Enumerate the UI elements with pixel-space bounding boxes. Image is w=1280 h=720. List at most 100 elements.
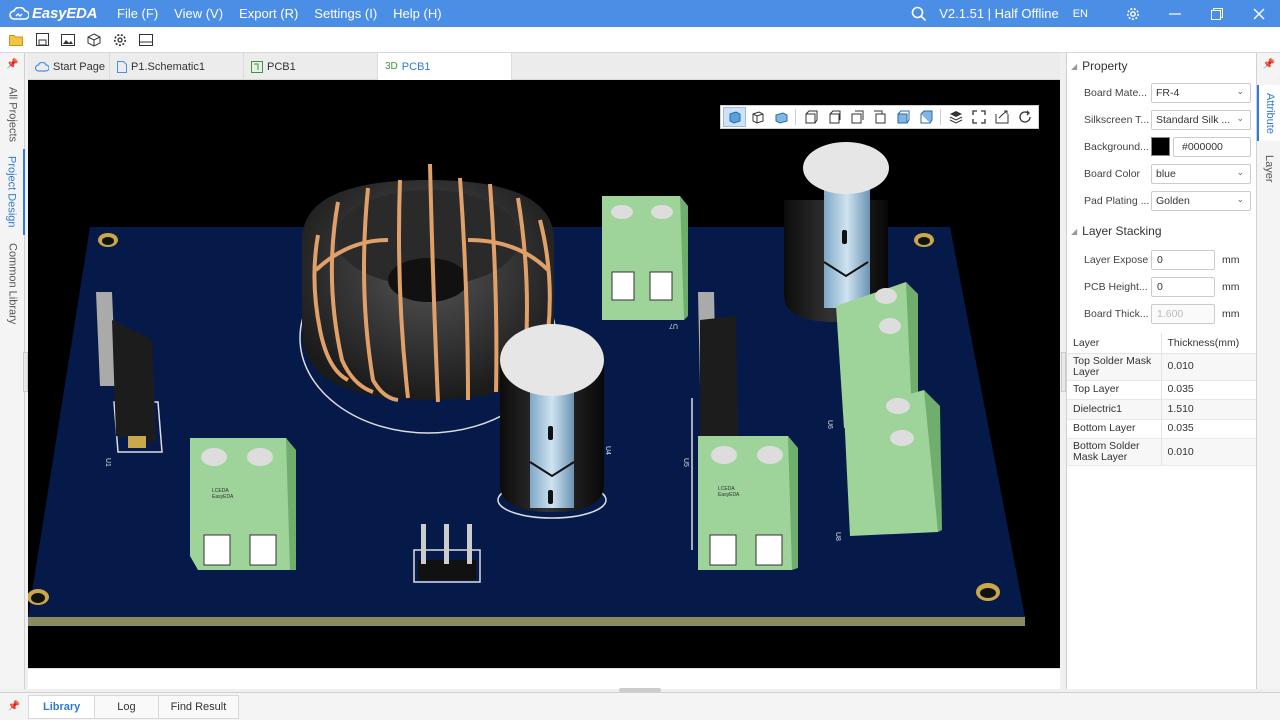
folder-icon: [9, 34, 23, 46]
tab-attribute[interactable]: Attribute: [1257, 85, 1280, 141]
svg-text:EasyEDA: EasyEDA: [212, 494, 234, 500]
cube-outline-icon: [752, 111, 763, 124]
terminal-block-left[interactable]: LCEDA EasyEDA: [190, 438, 296, 570]
view-top-button[interactable]: [891, 107, 914, 127]
tab-layer[interactable]: Layer: [1257, 147, 1280, 191]
view-iso-button[interactable]: [723, 107, 746, 127]
settings-button[interactable]: [108, 29, 132, 51]
view-iso-outline-button[interactable]: [746, 107, 769, 127]
menu-view[interactable]: View (V): [174, 6, 223, 21]
export-3d-button[interactable]: [82, 29, 106, 51]
cube-iso-icon: [729, 111, 740, 124]
cube-top-icon: [897, 110, 909, 124]
right-panel-collapse-handle[interactable]: [1061, 352, 1066, 392]
menu-settings[interactable]: Settings (I): [314, 6, 377, 21]
background-color-field[interactable]: #000000: [1173, 136, 1251, 157]
tab-pcb[interactable]: PCB1: [244, 53, 378, 80]
chevron-down-icon: ⌄: [1236, 112, 1244, 123]
gear-icon: [114, 33, 126, 46]
restore-button[interactable]: [1196, 0, 1238, 27]
terminal-block-top[interactable]: U7: [602, 196, 688, 329]
pad-plating-select[interactable]: Golden ⌄: [1151, 190, 1251, 211]
menu-export[interactable]: Export (R): [239, 6, 298, 21]
silk-label-u7: U7: [669, 322, 678, 329]
table-row: Top Layer 0.035: [1067, 380, 1256, 400]
pin-icon[interactable]: 📌: [0, 701, 28, 712]
search-icon[interactable]: [911, 6, 927, 22]
restore-icon: [1211, 7, 1223, 20]
cube-right-icon: [873, 110, 885, 124]
capacitor-center[interactable]: U4: [497, 324, 611, 519]
tab-all-projects[interactable]: All Projects: [0, 85, 25, 145]
board-material-select[interactable]: FR-4 ⌄: [1151, 82, 1251, 103]
tab-find-result[interactable]: Find Result: [157, 694, 240, 719]
tab-library[interactable]: Library: [28, 694, 96, 719]
tab-schematic[interactable]: P1.Schematic1: [110, 53, 244, 80]
tab-project-design[interactable]: Project Design: [0, 149, 25, 235]
terminal-block-right[interactable]: LCEDA EasyEDA: [698, 436, 798, 570]
close-button[interactable]: [1238, 0, 1280, 27]
board-color-select[interactable]: blue ⌄: [1151, 163, 1251, 184]
pin-icon[interactable]: 📌: [1257, 59, 1280, 70]
silk-label-u4: U4: [604, 446, 611, 455]
silkscreen-select[interactable]: Standard Silk ... ⌄: [1151, 109, 1251, 130]
column-header-layer: Layer: [1067, 333, 1162, 354]
bottom-tab-bar: 📌 Library Log Find Result: [0, 692, 1280, 720]
pcb-board-edge: [28, 617, 1025, 626]
cube-left-icon: [851, 110, 863, 124]
collapse-arrow-icon: ◢: [1071, 61, 1078, 71]
minimize-button[interactable]: [1154, 0, 1196, 27]
table-row: Dielectric1 1.510: [1067, 399, 1256, 420]
prop-layer-expose: Layer Expose 0 mm: [1067, 246, 1256, 273]
table-header-row: Layer Thickness(mm): [1067, 333, 1256, 354]
settings-gear-button[interactable]: [1112, 0, 1154, 27]
pin-header[interactable]: [413, 524, 481, 583]
viewport-footer: [28, 668, 1060, 689]
pcb-3d-render[interactable]: U1 LCEDA EasyEDA U4 U7 U5 LCEDA EasyEDA …: [28, 80, 1060, 668]
refresh-icon: [1018, 110, 1031, 123]
view-right-button[interactable]: [868, 107, 891, 127]
background-color-swatch[interactable]: [1151, 137, 1170, 156]
export-view-button[interactable]: [990, 107, 1013, 127]
collapse-arrow-icon: ◢: [1071, 226, 1078, 236]
pcb-height-input[interactable]: 0: [1151, 276, 1215, 297]
cube-back-icon: [829, 110, 840, 124]
table-row: Top Solder Mask Layer 0.010: [1067, 353, 1256, 381]
cube-front-icon: [805, 110, 817, 124]
layer-expose-input[interactable]: 0: [1151, 249, 1215, 270]
view-bottom-button[interactable]: [914, 107, 937, 127]
view-back-button[interactable]: [822, 107, 845, 127]
panel-icon: [139, 33, 153, 46]
layer-stacking-header[interactable]: ◢ Layer Stacking: [1067, 216, 1256, 246]
tab-start-page[interactable]: Start Page: [28, 53, 110, 80]
layer-thickness-table: Layer Thickness(mm) Top Solder Mask Laye…: [1067, 333, 1256, 466]
tab-log[interactable]: Log: [94, 694, 159, 719]
export-image-button[interactable]: [56, 29, 80, 51]
chevron-down-icon: ⌄: [1236, 85, 1244, 96]
layers-button[interactable]: [944, 107, 967, 127]
tab-pcb-3d[interactable]: 3D PCB1: [378, 53, 512, 80]
menu-help[interactable]: Help (H): [393, 6, 441, 21]
silk-label-u5: U5: [682, 458, 689, 467]
3d-view-toolbar: [720, 105, 1039, 129]
fullscreen-button[interactable]: [967, 107, 990, 127]
open-folder-button[interactable]: [4, 29, 28, 51]
menu-file[interactable]: File (F): [117, 6, 158, 21]
panel-toggle-button[interactable]: [134, 29, 158, 51]
language-selector[interactable]: EN: [1073, 8, 1088, 20]
image-icon: [61, 33, 75, 46]
3d-icon: 3D: [385, 61, 398, 72]
prop-board-material: Board Mate... FR-4 ⌄: [1067, 79, 1256, 106]
property-section-header[interactable]: ◢ Property: [1067, 53, 1256, 79]
refresh-button[interactable]: [1013, 107, 1036, 127]
prop-pad-plating: Pad Plating ... Golden ⌄: [1067, 187, 1256, 214]
3d-viewport[interactable]: U1 LCEDA EasyEDA U4 U7 U5 LCEDA EasyEDA …: [28, 80, 1060, 668]
tab-common-library[interactable]: Common Library: [0, 241, 25, 327]
pin-icon[interactable]: 📌: [0, 59, 25, 70]
view-front-button[interactable]: [799, 107, 822, 127]
view-solid-button[interactable]: [769, 107, 792, 127]
save-button[interactable]: [30, 29, 54, 51]
easyeda-logo-icon: [9, 6, 29, 20]
prop-background: Background... #000000: [1067, 133, 1256, 160]
view-left-button[interactable]: [845, 107, 868, 127]
